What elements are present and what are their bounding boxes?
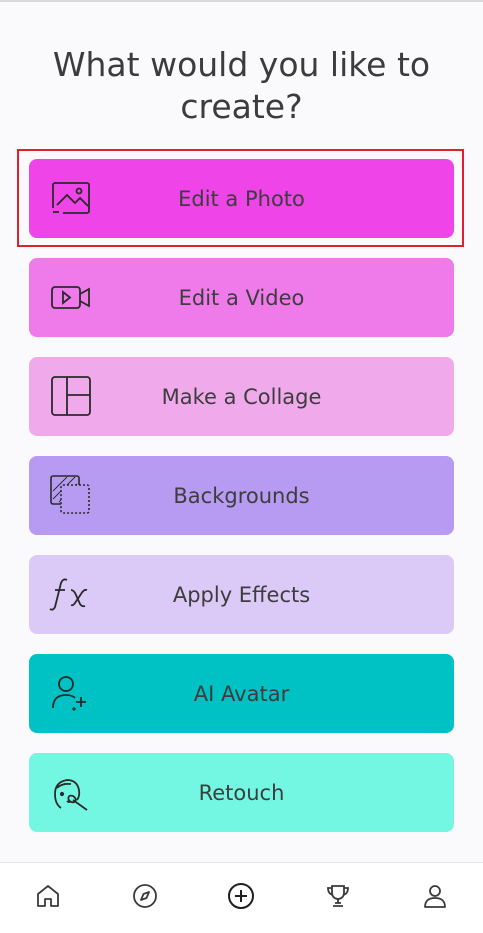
image-icon xyxy=(49,178,93,218)
retouch-button[interactable]: Retouch xyxy=(29,753,454,832)
plus-circle-icon xyxy=(226,881,256,915)
nav-explore[interactable] xyxy=(121,874,169,922)
fx-icon xyxy=(49,574,93,614)
top-divider xyxy=(0,0,483,2)
apply-effects-button[interactable]: Apply Effects xyxy=(29,555,454,634)
nav-profile[interactable] xyxy=(411,874,459,922)
trophy-icon xyxy=(324,882,352,914)
user-sparkle-icon xyxy=(49,673,93,713)
nav-create[interactable] xyxy=(217,874,265,922)
video-camera-icon xyxy=(49,277,93,317)
page-title: What would you like to create? xyxy=(52,45,431,126)
nav-home[interactable] xyxy=(24,874,72,922)
edit-photo-button[interactable]: Edit a Photo xyxy=(29,159,454,238)
edit-video-button[interactable]: Edit a Video xyxy=(29,258,454,337)
backgrounds-button[interactable]: Backgrounds xyxy=(29,456,454,535)
layers-icon xyxy=(49,475,93,515)
collage-layout-icon xyxy=(49,376,93,416)
profile-icon xyxy=(421,882,449,914)
nav-challenges[interactable] xyxy=(314,874,362,922)
home-icon xyxy=(34,882,62,914)
create-options-list: Edit a Photo Edit a Video Make a Collage xyxy=(29,159,454,852)
compass-icon xyxy=(131,882,159,914)
face-brush-icon xyxy=(49,772,93,812)
bottom-navigation xyxy=(0,862,483,933)
ai-avatar-button[interactable]: AI Avatar xyxy=(29,654,454,733)
make-collage-button[interactable]: Make a Collage xyxy=(29,357,454,436)
